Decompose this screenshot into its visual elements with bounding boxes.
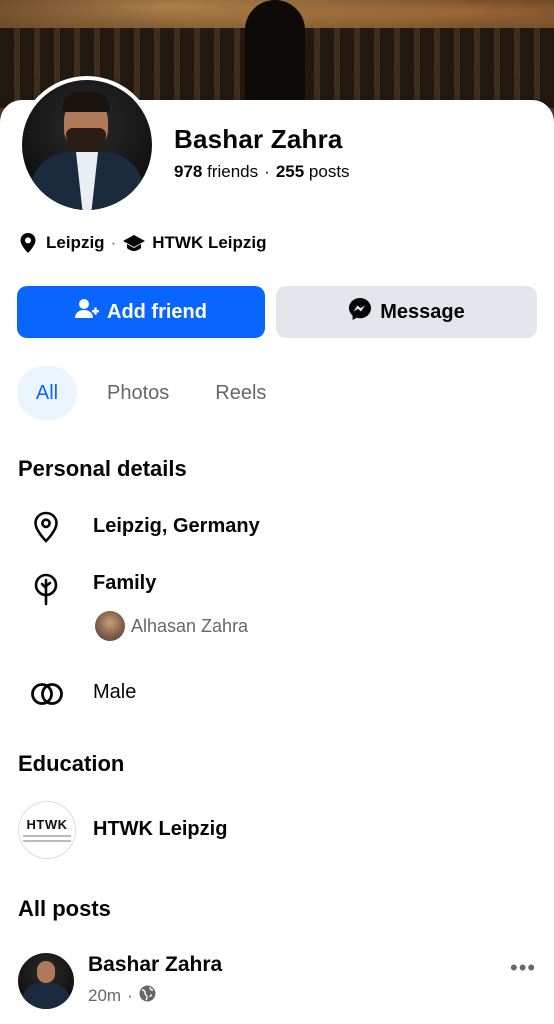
message-button[interactable]: Message	[276, 286, 537, 338]
avatar-hair	[62, 92, 110, 112]
friends-label[interactable]: friends	[207, 162, 258, 181]
intro-school[interactable]: HTWK Leipzig	[152, 233, 266, 253]
posts-count: 255	[275, 162, 305, 181]
posts-label: posts	[308, 162, 350, 181]
cover-figure	[245, 0, 305, 110]
profile-tabs: All Photos Reels	[17, 366, 312, 420]
graduation-cap-icon	[122, 233, 146, 253]
post-author-avatar[interactable]	[18, 953, 74, 1009]
location-pin-icon	[18, 232, 38, 254]
friends-count[interactable]: 978	[174, 162, 202, 181]
stats-separator: ·	[264, 162, 270, 181]
post-avatar-suit	[22, 983, 70, 1009]
school-logo-text: HTWK	[26, 817, 68, 832]
location-pin-outline-icon	[30, 510, 62, 543]
family-member-avatar[interactable]	[95, 611, 125, 641]
add-friend-icon	[75, 298, 107, 326]
message-label: Message	[380, 300, 465, 323]
add-friend-label: Add friend	[107, 300, 207, 323]
intro-location: Leipzig	[46, 233, 105, 252]
tab-reels[interactable]: Reels	[215, 382, 266, 405]
profile-name: Bashar Zahra	[174, 124, 343, 154]
personal-details-title: Personal details	[18, 456, 187, 481]
post-time[interactable]: 20m	[88, 986, 121, 1006]
gender-icon	[30, 678, 63, 710]
profile-avatar[interactable]	[22, 80, 152, 210]
intro-separator: ·	[110, 233, 117, 252]
school-logo[interactable]: HTWK	[18, 801, 76, 859]
avatar-beard	[66, 128, 106, 152]
detail-family-label: Family	[93, 572, 157, 594]
messenger-icon	[348, 297, 380, 327]
tab-all[interactable]: All	[17, 366, 77, 420]
profile-stats: 978 friends · 255 posts	[174, 162, 350, 182]
tab-photos[interactable]: Photos	[107, 382, 169, 405]
education-school[interactable]: HTWK Leipzig	[93, 818, 227, 841]
post-meta-separator: ·	[127, 986, 133, 1005]
post-meta: 20m ·	[88, 985, 156, 1007]
globe-icon	[139, 985, 156, 1007]
detail-gender: Male	[93, 681, 137, 703]
add-friend-button[interactable]: Add friend	[17, 286, 265, 338]
post-author-name[interactable]: Bashar Zahra	[88, 953, 222, 977]
school-logo-line	[23, 835, 71, 837]
intro-row: Leipzig · HTWK Leipzig	[18, 232, 267, 254]
school-logo-line	[23, 840, 71, 842]
post-avatar-head	[37, 961, 55, 983]
family-member-name[interactable]: Alhasan Zahra	[131, 616, 248, 637]
all-posts-title: All posts	[18, 896, 111, 921]
education-title: Education	[18, 751, 125, 776]
more-icon[interactable]: •••	[510, 955, 536, 981]
family-tree-icon	[30, 572, 62, 606]
detail-location[interactable]: Leipzig, Germany	[93, 515, 260, 538]
